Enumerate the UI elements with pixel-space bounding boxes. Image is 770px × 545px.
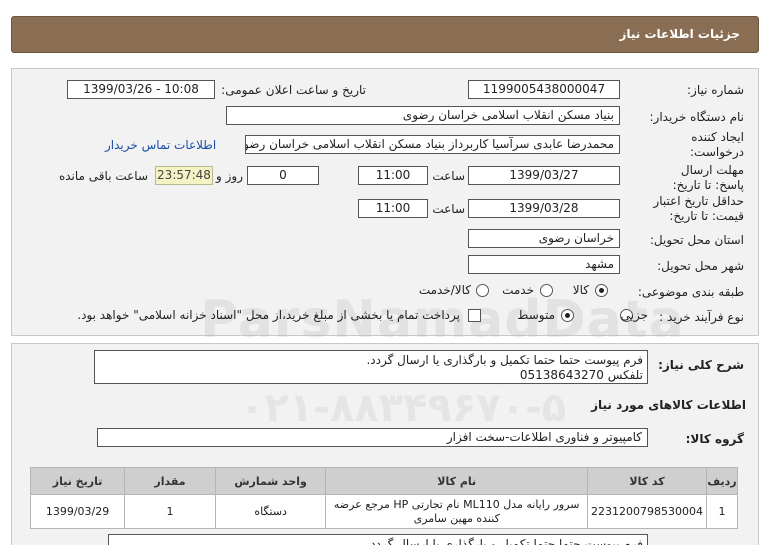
city-label: شهر محل تحویل: [657, 259, 744, 273]
col-qty-header: مقدار [124, 467, 216, 495]
goods-group-label: گروه کالا: [685, 432, 744, 446]
description-box-repeat: فرم پیوست حتما حتما تکمیل و بارگذاری یا … [108, 534, 648, 545]
category-option-service: خدمت [502, 283, 534, 297]
days-label: روز و [216, 169, 243, 183]
validity-time-field[interactable]: 11:00 [358, 199, 428, 218]
page-title: جزئیات اطلاعات نیاز [619, 27, 740, 41]
description-box: فرم پیوست حتما حتما تکمیل و بارگذاری یا … [94, 350, 648, 384]
goods-group-field[interactable]: کامپیوتر و فناوری اطلاعات-سخت افزار [97, 428, 648, 447]
goods-table: ردیف کد کالا نام کالا واحد شمارش مقدار ت… [29, 467, 738, 529]
col-name-header: نام کالا [325, 467, 589, 495]
category-radio-both[interactable] [476, 284, 489, 297]
process-option-medium: متوسط [517, 308, 555, 322]
announce-date-field[interactable]: 1399/03/26 - 10:08 [67, 80, 215, 99]
col-unit-header: واحد شمارش [214, 467, 327, 495]
remaining-days-field[interactable]: 0 [247, 166, 319, 185]
creator-label: ایجاد کننده درخواست: [690, 130, 744, 159]
deadline-time-label: ساعت [432, 169, 465, 183]
creator-field[interactable]: محمدرضا عابدی سرآسیا کاربرداز بنیاد مسکن… [245, 135, 620, 154]
province-field[interactable]: خراسان رضوی [468, 229, 620, 248]
cell-name: سرور رایانه مدل ML110 نام تجارتی HP مرجع… [325, 494, 589, 529]
deadline-date-field[interactable]: 1399/03/27 [468, 166, 620, 185]
deadline-label: مهلت ارسال پاسخ: تا تاریخ: [672, 163, 744, 192]
remaining-label: ساعت باقی مانده [58, 169, 148, 183]
province-label: استان محل تحویل: [649, 233, 744, 247]
need-number-label: شماره نیاز: [687, 83, 744, 97]
treasury-payment-note: پرداخت تمام یا بخشی از مبلغ خرید،از محل … [77, 308, 460, 322]
cell-code: 2231200798530004 [587, 494, 708, 529]
process-label: نوع فرآیند خرید : [659, 310, 744, 324]
city-field[interactable]: مشهد [468, 255, 620, 274]
cell-row: 1 [706, 494, 738, 529]
goods-info-title: اطلاعات کالاهای مورد نیاز [591, 398, 746, 412]
category-option-goods: کالا [572, 283, 589, 297]
description-line-2: تلفکس 05138643270 [519, 368, 643, 382]
validity-label: حداقل تاریخ اعتبار قیمت: تا تاریخ: [653, 194, 744, 223]
remaining-timer: 23:57:48 [155, 166, 213, 185]
table-row[interactable]: 1 2231200798530004 سرور رایانه مدل ML110… [29, 494, 738, 529]
description-label: شرح کلی نیاز: [658, 358, 744, 372]
cell-unit: دستگاه [214, 494, 327, 529]
buyer-label: نام دستگاه خریدار: [649, 110, 745, 124]
validity-time-label: ساعت [432, 202, 465, 216]
category-radio-goods[interactable] [595, 284, 608, 297]
cell-date: 1399/03/29 [29, 494, 126, 529]
cell-qty: 1 [124, 494, 216, 529]
treasury-payment-checkbox[interactable] [468, 309, 481, 322]
validity-date-field[interactable]: 1399/03/28 [468, 199, 620, 218]
deadline-time-field[interactable]: 11:00 [358, 166, 428, 185]
need-number-field[interactable]: 1199005438000047 [468, 80, 620, 99]
process-option-minor: جزیی [620, 308, 648, 322]
col-date-header: تاریخ نیاز [29, 467, 126, 495]
announce-label: تاریخ و ساعت اعلان عمومی: [221, 83, 366, 97]
description-line-1: فرم پیوست حتما حتما تکمیل و بارگذاری یا … [366, 353, 643, 367]
buyer-field[interactable]: بنیاد مسکن انقلاب اسلامی خراسان رضوی [226, 106, 620, 125]
col-row-header: ردیف [706, 467, 738, 495]
process-radio-medium[interactable] [561, 309, 574, 322]
category-radio-service[interactable] [540, 284, 553, 297]
category-label: طبقه بندی موضوعی: [637, 285, 744, 299]
col-code-header: کد کالا [587, 467, 708, 495]
buyer-contact-link[interactable]: اطلاعات تماس خریدار [105, 138, 216, 152]
header-bar: جزئیات اطلاعات نیاز [11, 16, 759, 53]
category-option-both: کالا/خدمت [418, 283, 471, 297]
